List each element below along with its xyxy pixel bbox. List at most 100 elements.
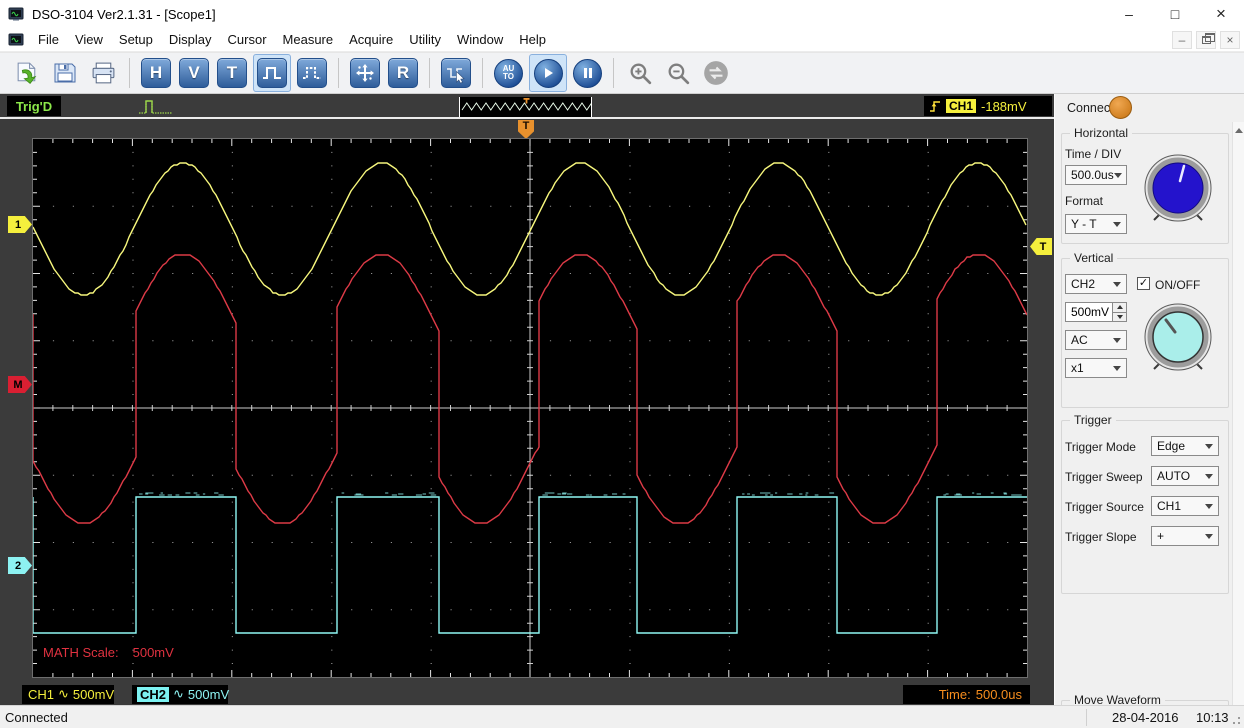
onoff-label: ON/OFF	[1155, 278, 1200, 292]
toolbar-separator	[429, 58, 430, 88]
menu-file[interactable]: File	[30, 28, 67, 52]
ch1-position-marker[interactable]: 1	[8, 216, 32, 233]
trigger-level-value: -188mV	[981, 99, 1027, 114]
mdi-restore-button[interactable]	[1196, 31, 1216, 49]
toolbar-separator	[482, 58, 483, 88]
trigger-source-select[interactable]: CH1	[1151, 496, 1219, 516]
pulse-icon	[260, 61, 284, 85]
mdi-window-controls: – ×	[1172, 31, 1240, 49]
app-icon	[8, 6, 24, 22]
time-div-label: Time / DIV	[1065, 147, 1121, 161]
trigger-position-marker[interactable]: T	[518, 120, 534, 139]
menu-measure[interactable]: Measure	[275, 28, 342, 52]
maximize-button[interactable]: □	[1152, 0, 1198, 28]
chevron-down-icon	[1205, 534, 1213, 539]
chevron-down-icon	[1205, 504, 1213, 509]
horizontal-button[interactable]: H	[141, 58, 171, 88]
onoff-checkbox[interactable]: ✓	[1137, 277, 1150, 290]
trigger-level-marker[interactable]: T	[1030, 238, 1052, 255]
resize-grip[interactable]	[1229, 713, 1242, 726]
transfer-icon	[702, 59, 730, 87]
window-title: DSO-3104 Ver2.1.31 - [Scope1]	[32, 7, 216, 22]
pause-button[interactable]	[573, 59, 602, 88]
cursor-button[interactable]	[441, 58, 471, 88]
trigger-sweep-label: Trigger Sweep	[1065, 470, 1143, 484]
vertical-knob[interactable]	[1139, 299, 1217, 377]
trigger-button[interactable]: T	[217, 58, 247, 88]
channel-select[interactable]: CH2	[1065, 274, 1127, 294]
arrow-down-icon	[1117, 315, 1123, 319]
format-label: Format	[1065, 194, 1103, 208]
ch2-info-badge: CH2∿500mV	[132, 685, 228, 704]
chevron-down-icon	[1205, 444, 1213, 449]
math-position-marker[interactable]: M	[8, 376, 32, 393]
panel-scrollbar[interactable]	[1232, 122, 1244, 705]
chevron-down-icon	[1205, 474, 1213, 479]
print-icon	[90, 60, 117, 87]
probe-select[interactable]: x1	[1065, 358, 1127, 378]
pulse-dashed-button[interactable]	[297, 58, 327, 88]
close-button[interactable]: ×	[1198, 0, 1244, 28]
ch2-coupling-icon: ∿	[173, 687, 184, 702]
connect-indicator	[1109, 96, 1132, 119]
chevron-down-icon	[1113, 222, 1121, 227]
zoom-out-icon	[665, 60, 692, 87]
transfer-button[interactable]	[700, 57, 732, 89]
format-select[interactable]: Y - T	[1065, 214, 1127, 234]
ch2-position-marker[interactable]: 2	[8, 557, 32, 574]
toolbar-separator	[613, 58, 614, 88]
statusbar-time: 10:13	[1196, 710, 1229, 725]
ch1-coupling-icon: ∿	[58, 687, 69, 702]
vertical-group-title: Vertical	[1070, 251, 1117, 265]
menu-cursor[interactable]: Cursor	[220, 28, 275, 52]
pulse-button-selected[interactable]	[253, 54, 291, 92]
preview-wave	[460, 97, 591, 117]
trigger-channel-badge: CH1	[946, 99, 976, 113]
scroll-up-icon[interactable]	[1235, 128, 1243, 133]
mdi-minimize-button[interactable]: –	[1172, 31, 1192, 49]
title-bar: DSO-3104 Ver2.1.31 - [Scope1] – □ ×	[0, 0, 1244, 28]
math-button[interactable]	[350, 58, 380, 88]
scope-workspace: Trig'D CH1 -188mV T 1 M 2 T MATH Scale:5…	[0, 94, 1054, 705]
waveform-preview[interactable]	[459, 97, 592, 117]
scope-display[interactable]	[32, 138, 1028, 678]
menu-acquire[interactable]: Acquire	[341, 28, 401, 52]
trigger-slope-label: Trigger Slope	[1065, 530, 1137, 544]
print-button[interactable]	[87, 57, 119, 89]
vertical-button[interactable]: V	[179, 58, 209, 88]
move-waveform-title: Move Waveform	[1070, 693, 1165, 705]
trigger-info-badge: CH1 -188mV	[924, 96, 1052, 116]
step-up-button[interactable]	[1112, 302, 1127, 313]
zoom-in-button[interactable]	[624, 57, 656, 89]
time-div-select[interactable]: 500.0us	[1065, 165, 1127, 185]
coupling-select[interactable]: AC	[1065, 330, 1127, 350]
trigger-mode-label: Trigger Mode	[1065, 440, 1136, 454]
save-button[interactable]	[49, 57, 81, 89]
step-down-button[interactable]	[1112, 313, 1127, 323]
record-button[interactable]: R	[388, 58, 418, 88]
trigger-mode-select[interactable]: Edge	[1151, 436, 1219, 456]
status-bar: Connected 28-04-2016 10:13	[0, 705, 1244, 728]
menu-help[interactable]: Help	[511, 28, 554, 52]
trigger-sweep-select[interactable]: AUTO	[1151, 466, 1219, 486]
open-button[interactable]	[11, 57, 43, 89]
run-button-selected[interactable]	[529, 54, 567, 92]
menu-window[interactable]: Window	[449, 28, 511, 52]
menu-utility[interactable]: Utility	[401, 28, 449, 52]
volts-div-stepper[interactable]: 500mV	[1065, 302, 1127, 322]
horizontal-knob[interactable]	[1139, 150, 1217, 228]
menu-display[interactable]: Display	[161, 28, 220, 52]
pulse-button[interactable]	[257, 58, 287, 88]
menu-setup[interactable]: Setup	[111, 28, 161, 52]
timebase-readout: Time:500.0us	[903, 685, 1030, 704]
menu-view[interactable]: View	[67, 28, 111, 52]
trigger-slope-select[interactable]: +	[1151, 526, 1219, 546]
math-icon	[353, 61, 377, 85]
zoom-in-icon	[627, 60, 654, 87]
horizontal-group-title: Horizontal	[1070, 126, 1132, 140]
run-button[interactable]	[534, 59, 563, 88]
auto-button[interactable]: AUTO	[494, 59, 523, 88]
mdi-close-button[interactable]: ×	[1220, 31, 1240, 49]
zoom-out-button[interactable]	[662, 57, 694, 89]
minimize-button[interactable]: –	[1106, 0, 1152, 28]
